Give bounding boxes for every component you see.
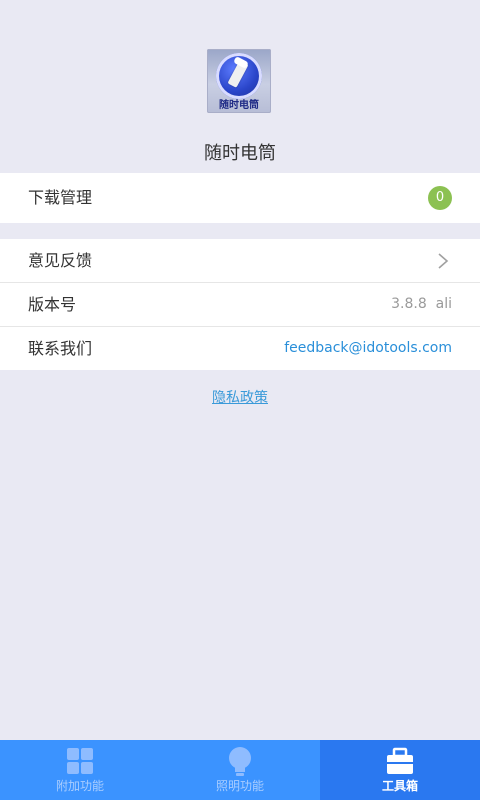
tab-extra-features[interactable]: 附加功能 [0,740,160,800]
download-manager-label: 下载管理 [28,188,93,207]
tab-lighting[interactable]: 照明功能 [160,740,320,800]
tab-extra-features-label: 附加功能 [55,779,104,793]
contact-row[interactable]: 联系我们 feedback@idotools.com [0,327,480,370]
app-logo-caption: 随时电筒 [219,100,259,111]
tab-lighting-label: 照明功能 [215,779,264,793]
feedback-row[interactable]: 意见反馈 [0,239,480,283]
downloads-section: 下载管理 0 [0,173,480,223]
version-label: 版本号 [28,295,77,314]
tab-toolbox[interactable]: 工具箱 [320,740,480,800]
download-count-badge: 0 [428,186,452,210]
tab-toolbox-label: 工具箱 [381,779,418,793]
grid-icon [67,748,93,774]
contact-email-link[interactable]: feedback@idotools.com [284,327,452,370]
version-value: 3.8.8 ali [391,296,452,312]
version-row: 版本号 3.8.8 ali [0,283,480,327]
feedback-label: 意见反馈 [28,251,93,270]
download-manager-row[interactable]: 下载管理 0 [0,173,480,223]
app-name: 随时电筒 [204,143,276,164]
lightbulb-icon [229,747,251,776]
bottom-tab-bar: 附加功能 照明功能 工具箱 [0,740,480,800]
app-logo-icon: 随时电筒 [207,49,271,113]
toolbox-icon [387,747,413,774]
contact-label: 联系我们 [28,339,93,358]
toolbox-page: 随时电筒 随时电筒 下载管理 0 意见反馈 版本号 3.8.8 ali 联系我们… [0,0,480,800]
chevron-right-icon [438,253,449,269]
app-header: 随时电筒 随时电筒 [0,0,480,172]
settings-section: 意见反馈 版本号 3.8.8 ali 联系我们 feedback@idotool… [0,239,480,370]
privacy-policy-link[interactable]: 隐私政策 [0,387,480,407]
